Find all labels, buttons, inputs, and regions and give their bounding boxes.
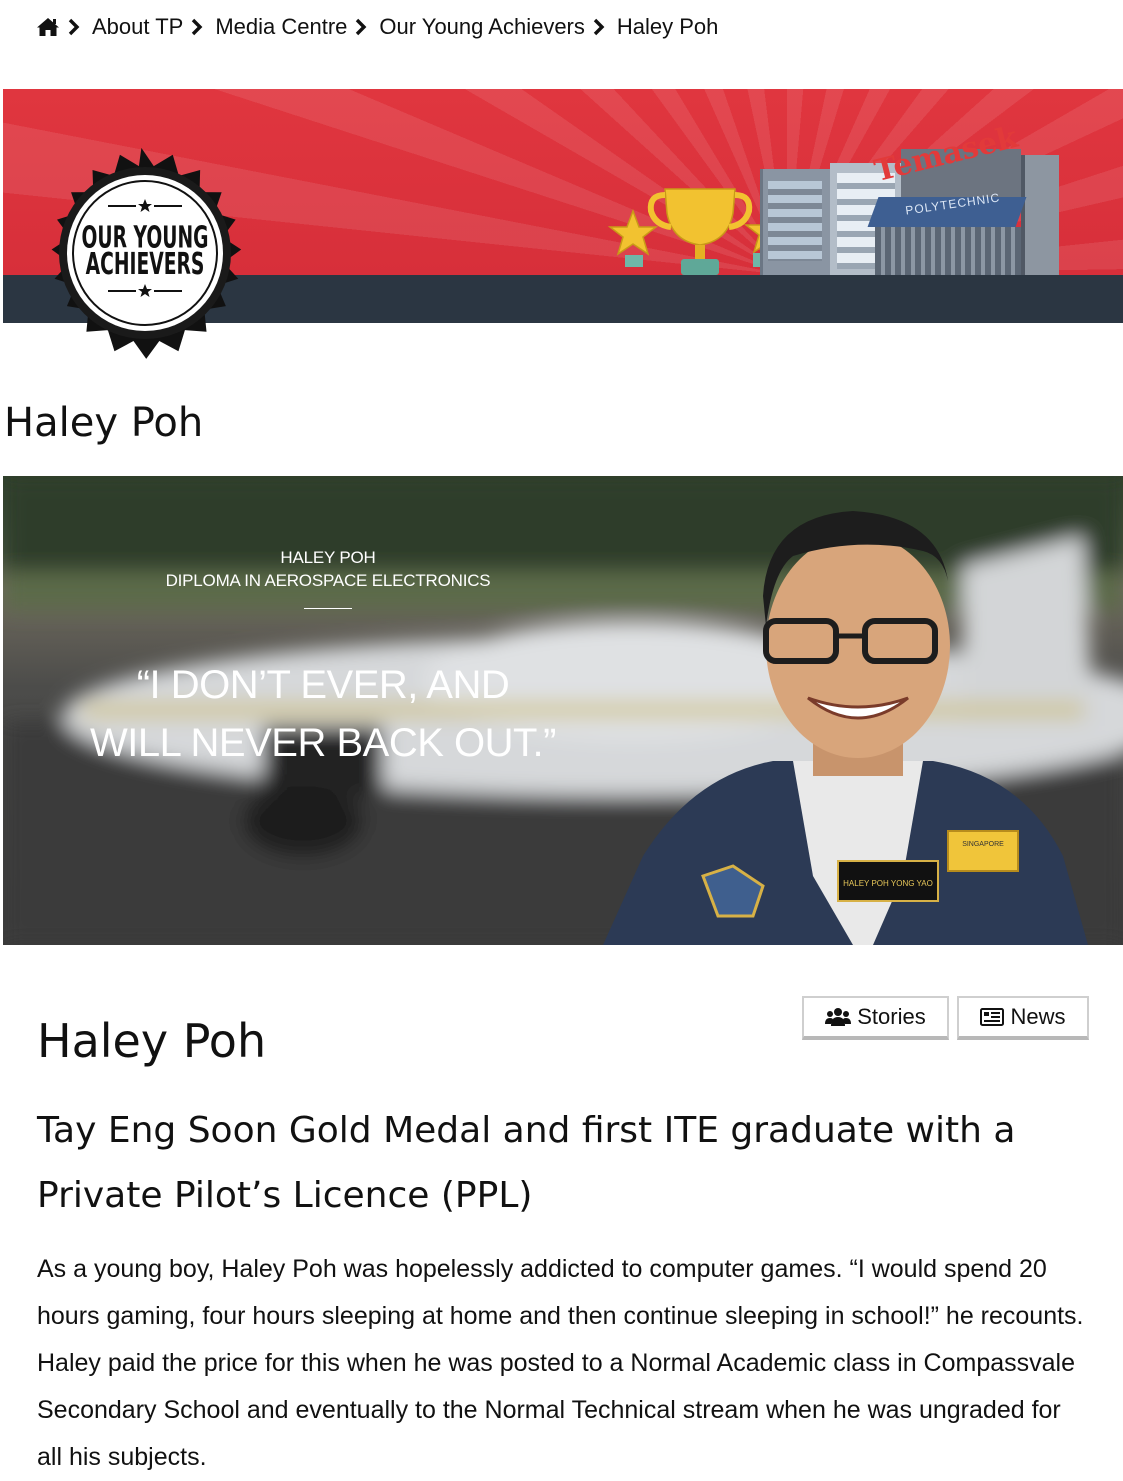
chevron-right-icon (355, 18, 367, 36)
hero-caption: HALEY POH DIPLOMA IN AEROSPACE ELECTRONI… (63, 546, 593, 609)
users-icon (825, 1007, 852, 1027)
student-portrait: HALEY POH YONG YAO SINGAPORE (603, 511, 1088, 945)
chevron-right-icon (593, 18, 605, 36)
stories-label: Stories (857, 1004, 926, 1029)
breadcrumb-about-tp[interactable]: About TP (92, 14, 183, 40)
chevron-right-icon (191, 18, 203, 36)
achievement-subtitle: Tay Eng Soon Gold Medal and first ITE gr… (37, 1110, 1016, 1216)
news-button[interactable]: News (957, 996, 1089, 1040)
breadcrumb-media-centre[interactable]: Media Centre (215, 14, 347, 40)
hero-quote-line1: “I DON’T EVER, AND (136, 663, 510, 707)
breadcrumb-current-page: Haley Poh (616, 14, 719, 39)
breadcrumb-our-young-achievers[interactable]: Our Young Achievers (379, 14, 584, 40)
news-label: News (1010, 1004, 1066, 1029)
hero-banner: HALEY POH DIPLOMA IN AEROSPACE ELECTRONI… (3, 476, 1123, 945)
hero-student-name: HALEY POH (280, 548, 376, 567)
club-patch: SINGAPORE (962, 841, 1004, 848)
badge-text-line2: ACHIEVERS (86, 246, 205, 281)
hero-quote-line2: WILL NEVER BACK OUT.” (90, 721, 556, 765)
chevron-right-icon (68, 18, 80, 36)
profile-name: Haley Poh (37, 1014, 267, 1068)
trophy-icon (607, 188, 783, 275)
name-tag: HALEY POH YONG YAO (843, 879, 933, 888)
home-icon[interactable] (36, 17, 60, 37)
hero-diploma: DIPLOMA IN AEROSPACE ELECTRONICS (165, 571, 491, 590)
hero-divider (304, 608, 352, 609)
page-title: Haley Poh (4, 400, 204, 446)
breadcrumb: About TP Media Centre Our Young Achiever… (36, 12, 718, 42)
story-paragraph: As a young boy, Haley Poh was hopelessly… (37, 1255, 1084, 1471)
stories-button[interactable]: Stories (802, 996, 949, 1040)
hero-quote: “I DON’T EVER, AND WILL NEVER BACK OUT.” (63, 656, 583, 772)
our-young-achievers-badge: OUR YOUNG ACHIEVERS (51, 147, 242, 359)
newspaper-icon (980, 1008, 1005, 1026)
